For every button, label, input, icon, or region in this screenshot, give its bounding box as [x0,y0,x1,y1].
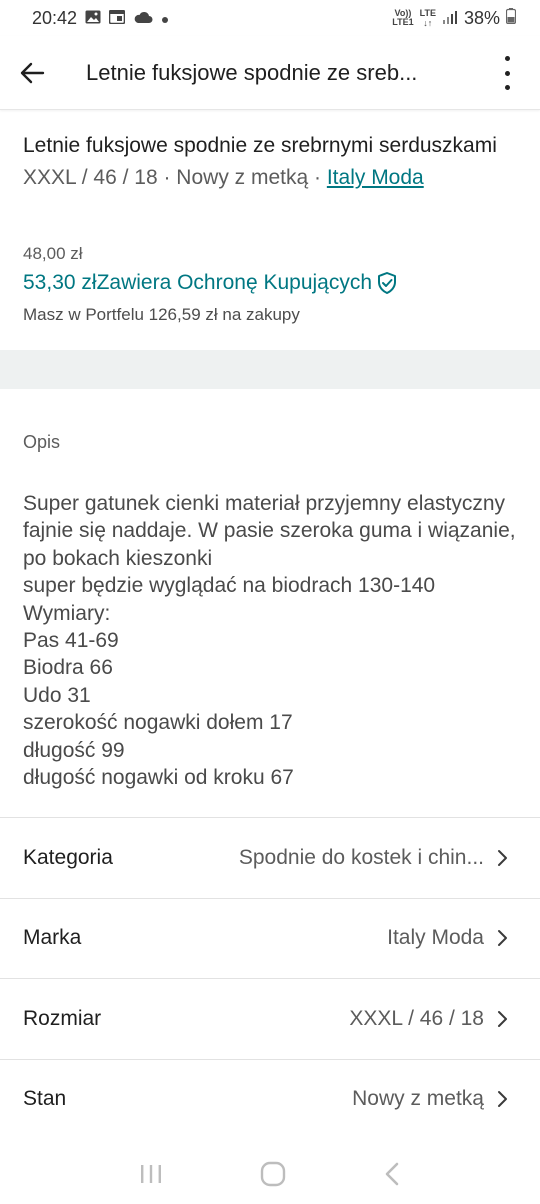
home-icon [260,1161,286,1186]
attribute-label: Rozmiar [23,1006,102,1030]
calendar-icon [108,8,126,29]
battery-percent: 38% [463,7,500,28]
cloud-icon [133,8,153,29]
battery-icon [505,7,517,29]
data-arrows-icon: ↓↑ [423,18,433,28]
top-app-bar: Letnie fuksjowe spodnie ze sreb... [0,36,540,110]
more-options-button[interactable] [492,54,522,92]
volte-indicator: Vo)) LTE1 [392,9,413,27]
page-title: Letnie fuksjowe spodnie ze sreb... [86,59,418,85]
more-vertical-icon [504,70,510,76]
more-vertical-icon [504,56,510,61]
chevron-right-icon [496,929,510,947]
arrow-left-icon [20,62,45,83]
item-title: Letnie fuksjowe spodnie ze srebrnymi ser… [23,134,497,157]
back-nav-button[interactable] [382,1161,402,1192]
attribute-row-category[interactable]: Kategoria Spodnie do kostek i chin... [0,817,540,898]
volte-bottom: LTE1 [392,17,414,27]
attribute-label: Marka [23,926,82,950]
wallet-note: Masz w Portfelu 126,59 zł na zakupy [23,305,300,324]
item-summary: Letnie fuksjowe spodnie ze srebrnymi ser… [23,132,517,194]
network-label: LTE [419,8,436,18]
notification-dot-icon [161,8,169,29]
item-price: 48,00 zł [23,244,83,263]
item-meta-text: XXXL / 46 / 18 · Nowy z metką · [23,166,327,189]
recent-apps-button[interactable] [138,1163,164,1190]
recents-icon [140,1164,161,1183]
network-type: LTE ↓↑ [420,8,436,28]
attribute-label: Stan [23,1087,67,1111]
attribute-row-condition[interactable]: Stan Nowy z metką [0,1058,540,1140]
protection-label: Zawiera Ochronę Kupujących [96,271,373,294]
gallery-icon [85,8,101,29]
chevron-right-icon [496,1010,510,1028]
attribute-list: Kategoria Spodnie do kostek i chin... Ma… [0,817,540,1139]
status-bar: 20:42 Vo)) LTE1 LTE ↓↑ 38% [0,0,540,36]
back-nav-icon [386,1162,399,1185]
shield-check-icon [378,272,397,294]
attribute-value: XXXL / 46 / 18 [349,1006,484,1030]
description-text: Super gatunek cienki materiał przyjemny … [23,492,516,790]
attribute-value: Italy Moda [387,926,484,950]
attribute-row-size[interactable]: Rozmiar XXXL / 46 / 18 [0,978,540,1059]
brand-link[interactable]: Italy Moda [327,166,424,189]
item-meta: XXXL / 46 / 18 · Nowy z metką · Italy Mo… [23,162,517,194]
description-label: Opis [23,432,61,452]
attribute-value: Nowy z metką [352,1087,484,1111]
attribute-label: Kategoria [23,845,113,869]
section-divider [0,350,540,389]
back-button[interactable] [0,36,64,110]
home-button[interactable] [259,1161,287,1192]
attribute-value: Spodnie do kostek i chin... [238,845,484,869]
clock: 20:42 [32,7,78,28]
chevron-right-icon [496,849,510,867]
system-navigation-bar [0,1148,540,1204]
attribute-row-brand[interactable]: Marka Italy Moda [0,897,540,979]
total-price: 53,30 zł [23,271,97,294]
signal-icon [442,8,458,29]
more-vertical-icon [504,85,510,90]
chevron-right-icon [496,1090,510,1108]
price-with-protection[interactable]: 53,30 zł Zawiera Ochronę Kupujących [23,271,398,295]
